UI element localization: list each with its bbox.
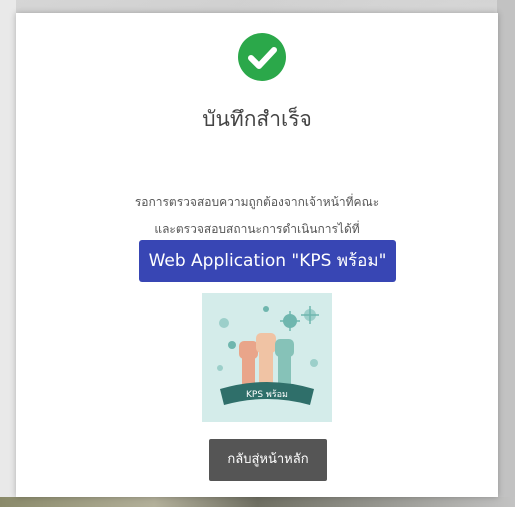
web-application-button[interactable]: Web Application "KPS พร้อม" xyxy=(139,240,396,282)
backdrop-strip-right xyxy=(497,0,515,507)
check-circle-icon xyxy=(238,33,286,81)
badge-text: KPS พร้อม xyxy=(246,389,288,400)
backdrop-bottom-edge xyxy=(0,497,515,507)
back-to-home-button[interactable]: กลับสู่หน้าหลัก xyxy=(209,439,327,481)
kps-campaign-image: KPS พร้อม xyxy=(202,293,332,422)
raised-fists-illustration: KPS พร้อม xyxy=(217,306,319,405)
success-modal: บันทึกสำเร็จ รอการตรวจสอบความถูกต้องจากเ… xyxy=(16,13,498,497)
backdrop-strip-left xyxy=(0,0,16,507)
message-line-1: รอการตรวจสอบความถูกต้องจากเจ้าหน้าที่คณะ xyxy=(134,195,380,209)
modal-title: บันทึกสำเร็จ xyxy=(202,107,312,131)
message-line-2: และตรวจสอบสถานะการดำเนินการได้ที่ xyxy=(154,222,360,236)
